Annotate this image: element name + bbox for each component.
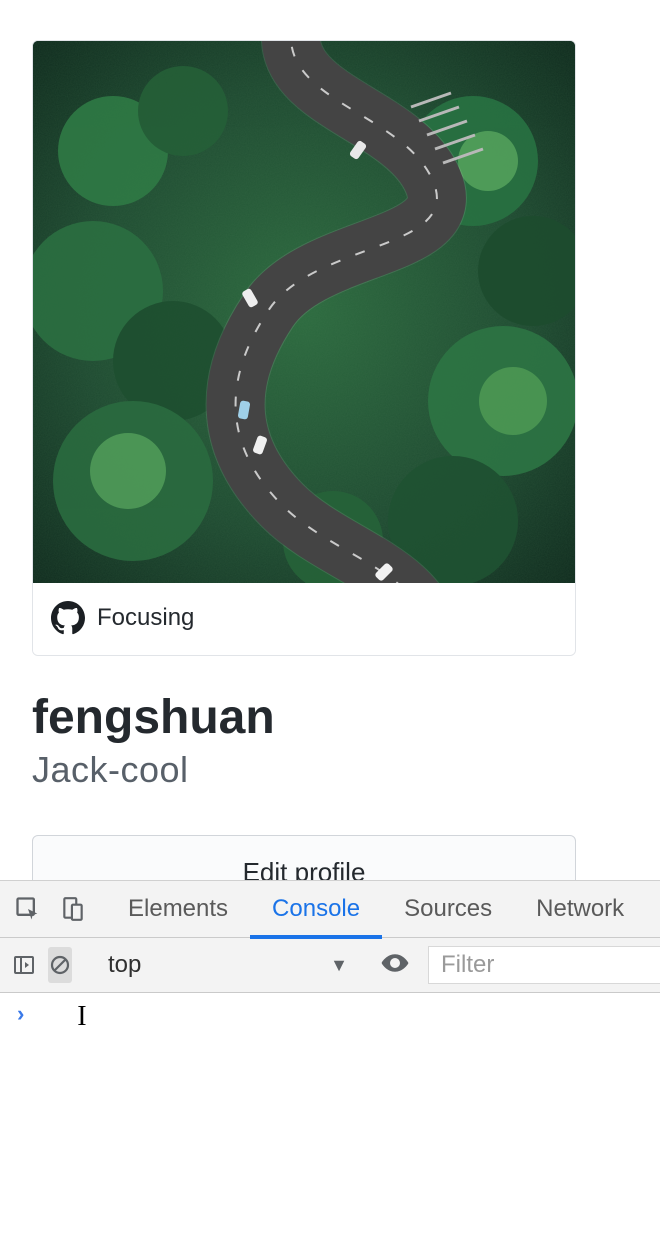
profile-page: Focusing fengshuan Jack-cool Edit profil… bbox=[0, 0, 660, 880]
tab-network[interactable]: Network bbox=[514, 881, 646, 938]
console-toolbar: top ▼ bbox=[0, 938, 660, 993]
clear-console-icon[interactable] bbox=[48, 947, 72, 983]
chevron-down-icon: ▼ bbox=[330, 955, 348, 976]
avatar-image[interactable] bbox=[33, 41, 575, 583]
filter-input[interactable] bbox=[428, 946, 660, 984]
octocat-icon bbox=[51, 601, 85, 635]
status-row[interactable]: Focusing bbox=[33, 583, 575, 655]
text-cursor-icon: I bbox=[77, 1003, 86, 1031]
console-body[interactable]: › I bbox=[0, 993, 660, 1037]
name-block: fengshuan Jack-cool bbox=[32, 692, 628, 791]
live-expression-icon[interactable] bbox=[380, 948, 410, 983]
prompt-chevron-icon: › bbox=[14, 1003, 27, 1028]
inspect-element-icon[interactable] bbox=[14, 895, 42, 923]
tab-console[interactable]: Console bbox=[250, 881, 382, 938]
toggle-device-icon[interactable] bbox=[60, 895, 86, 923]
tab-sources[interactable]: Sources bbox=[382, 881, 514, 938]
username: Jack-cool bbox=[32, 749, 628, 791]
toggle-sidebar-icon[interactable] bbox=[12, 947, 36, 983]
tab-elements[interactable]: Elements bbox=[106, 881, 250, 938]
status-text: Focusing bbox=[97, 604, 194, 632]
profile-card: Focusing bbox=[32, 40, 576, 656]
context-label: top bbox=[108, 951, 141, 979]
context-selector[interactable]: top ▼ bbox=[96, 951, 356, 979]
devtools-tabbar: Elements Console Sources Network bbox=[0, 881, 660, 938]
devtools-panel: Elements Console Sources Network top ▼ ›… bbox=[0, 880, 660, 1246]
display-name: fengshuan bbox=[32, 692, 628, 745]
